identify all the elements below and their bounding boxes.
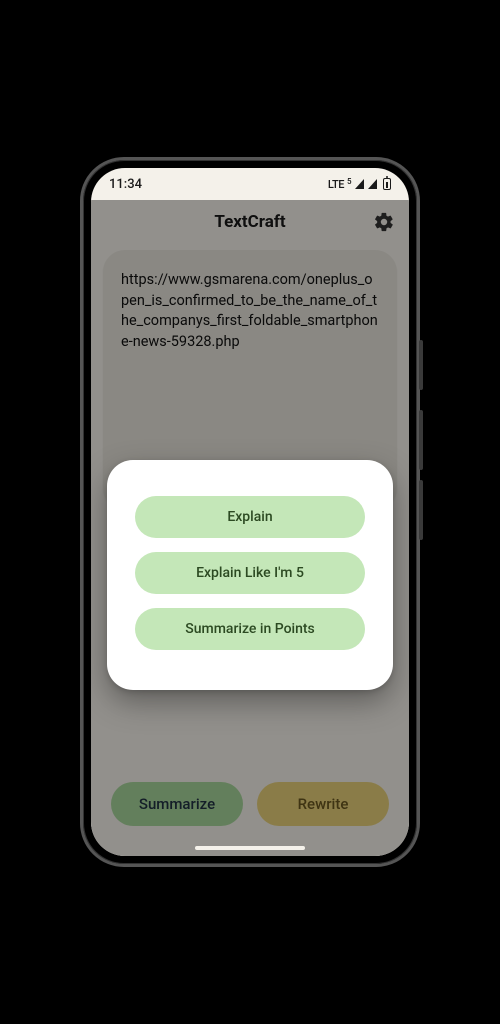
options-popup: Explain Explain Like I'm 5 Summarize in … <box>107 460 393 690</box>
signal-icon <box>368 179 377 189</box>
status-indicators: LTE 5 <box>328 178 391 191</box>
app-content: TextCraft https://www.gsmarena.com/onepl… <box>91 200 409 856</box>
screen: 11:34 LTE 5 TextCraft https://www.gsmare… <box>91 168 409 856</box>
side-button <box>419 480 423 540</box>
battery-icon <box>383 178 391 190</box>
phone-frame: 11:34 LTE 5 TextCraft https://www.gsmare… <box>80 157 420 867</box>
signal-icon <box>355 179 364 189</box>
option-summarize-points[interactable]: Summarize in Points <box>135 608 365 650</box>
side-button <box>419 340 423 390</box>
option-explain[interactable]: Explain <box>135 496 365 538</box>
status-time: 11:34 <box>109 177 142 192</box>
side-button <box>419 410 423 470</box>
option-explain-like-5[interactable]: Explain Like I'm 5 <box>135 552 365 594</box>
status-bar: 11:34 LTE 5 <box>91 168 409 200</box>
network-label: LTE <box>328 178 344 191</box>
home-indicator <box>195 846 305 850</box>
